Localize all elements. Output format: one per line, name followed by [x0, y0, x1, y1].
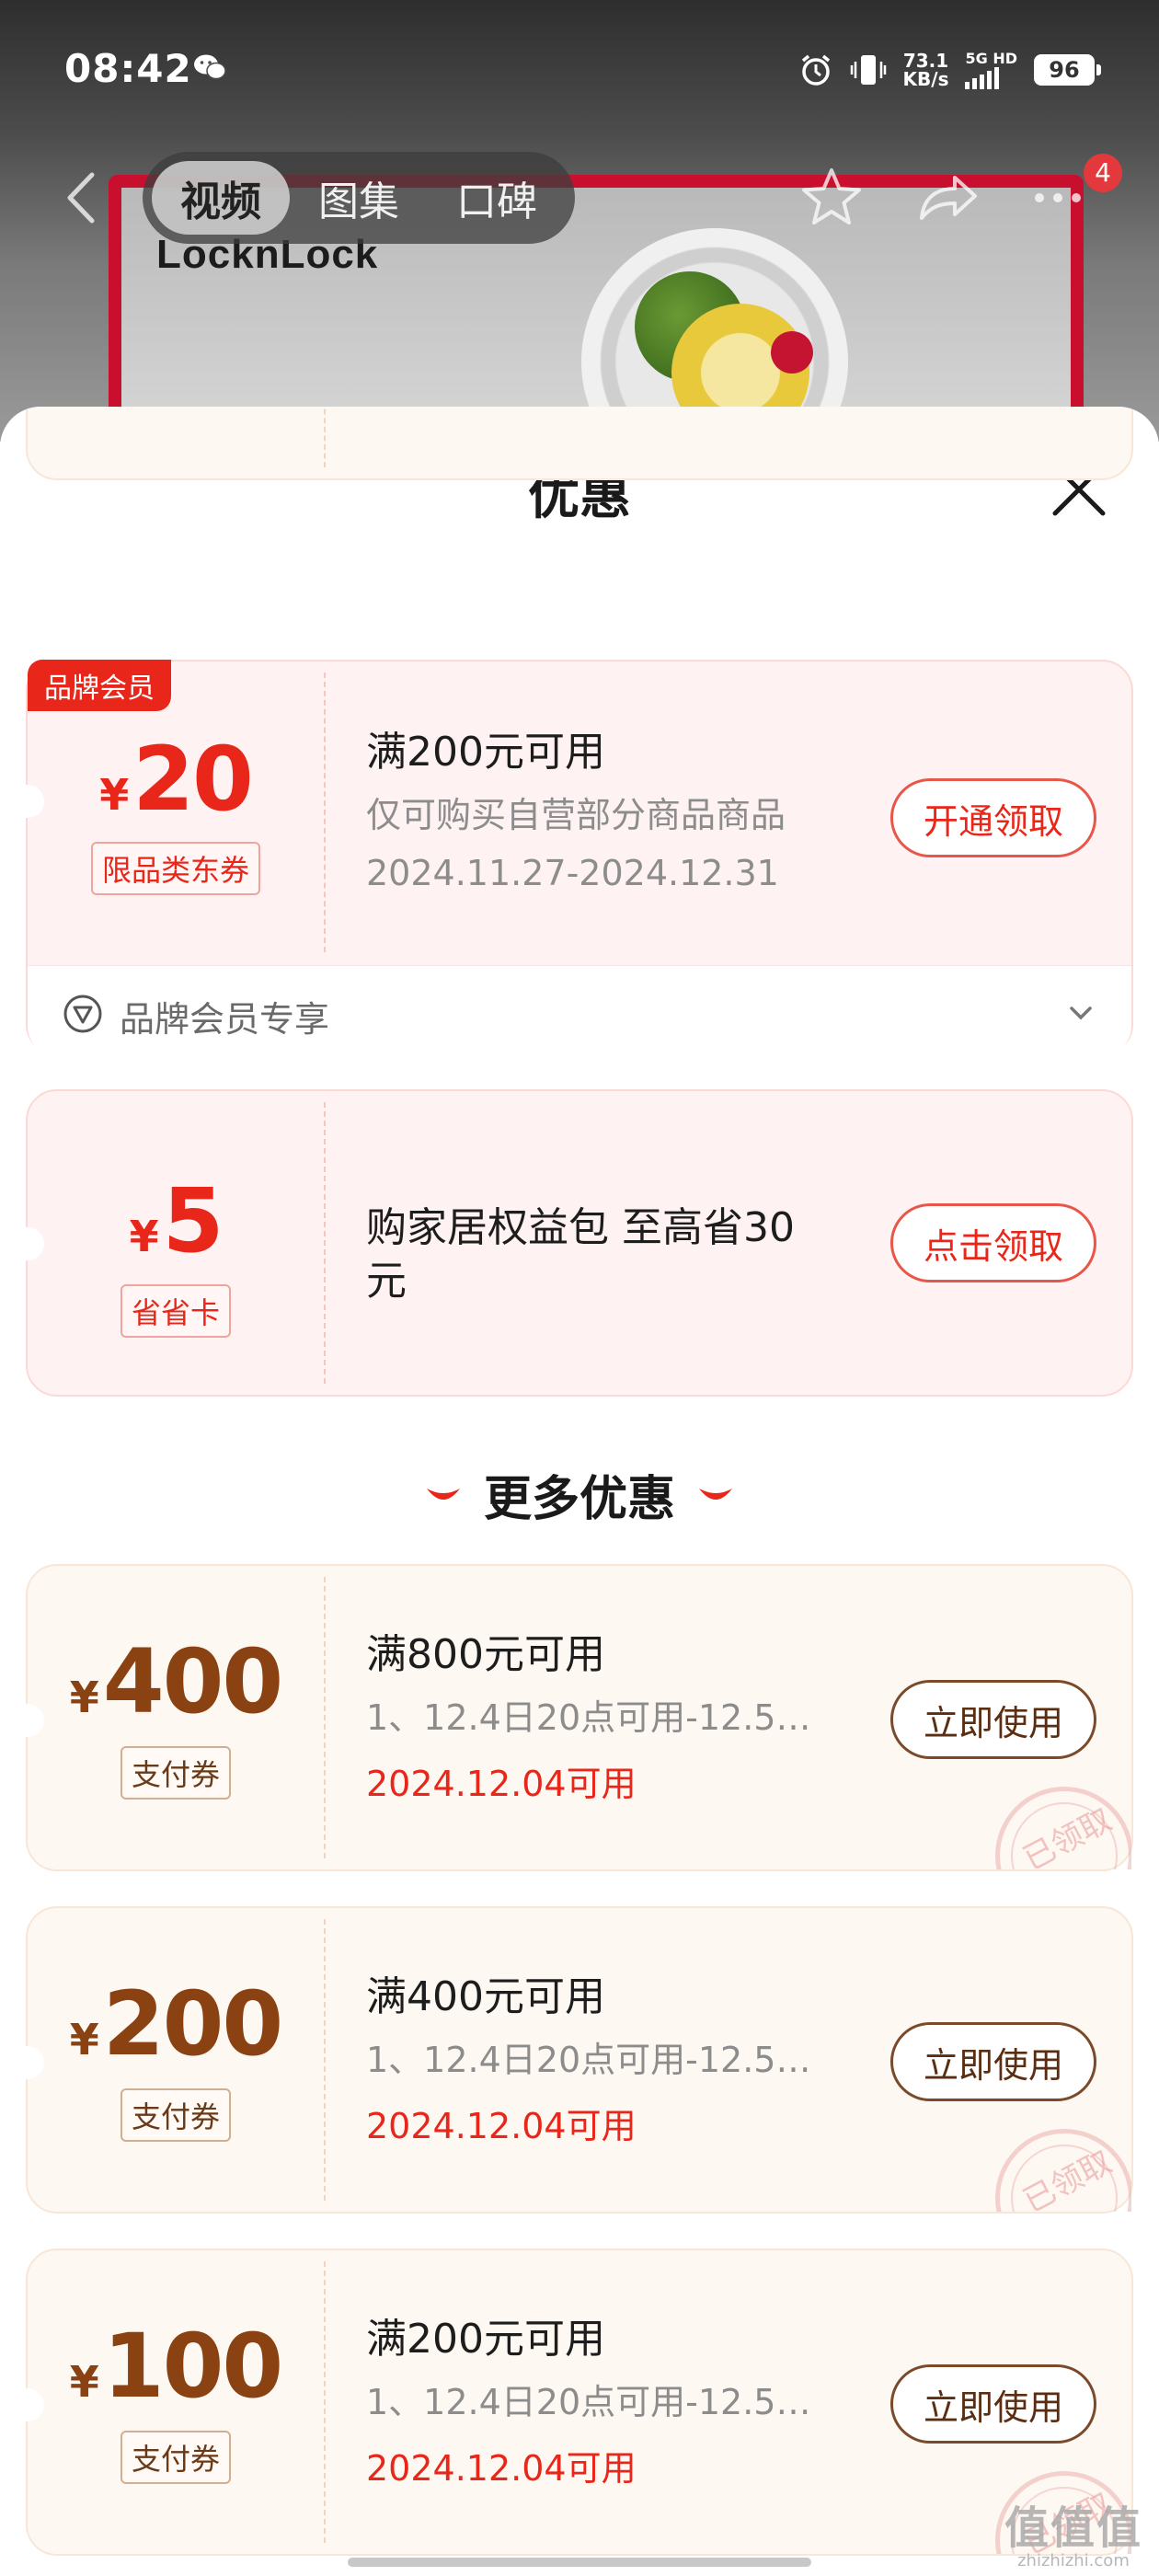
- open-claim-button[interactable]: 开通领取: [890, 778, 1096, 857]
- watermark-url: zhizhizhi.com: [1017, 2551, 1130, 2570]
- coupon-condition: 满800元可用: [366, 1631, 605, 1678]
- notification-badge: 4: [1084, 154, 1122, 192]
- coupon-divider: [324, 1102, 326, 1384]
- coupon-description: 仅可购买自营部分商品商品: [366, 795, 786, 835]
- smile-left-icon: [426, 1488, 460, 1500]
- coupon-card-brand-member: 品牌会员 ¥20 限品类东券 满200元可用 仅可购买自营部分商品商品 2024…: [26, 660, 1133, 1057]
- coupon-condition: 满200元可用: [366, 729, 605, 776]
- coupon-usable-date: 2024.12.04可用: [366, 1764, 637, 1804]
- chevron-down-icon: [1070, 1006, 1092, 1020]
- claimed-stamp: 已领取: [975, 1777, 1131, 1869]
- net-speed-value: 73.1: [902, 50, 949, 72]
- coupon-divider: [324, 2261, 326, 2543]
- tab-video[interactable]: 视频: [152, 161, 290, 235]
- coupon-condition: 满400元可用: [366, 1973, 605, 2020]
- more-offers-title: 更多优惠: [483, 1472, 675, 1527]
- payment-coupon-card: ¥100 支付券 满200元可用 1、12.4日20点可用-12.5… 2024…: [26, 2248, 1133, 2556]
- status-right-group: 73.1 KB/s 5G HD 96: [798, 44, 1101, 96]
- back-button[interactable]: [55, 166, 110, 230]
- status-bar: 08:42 73.1 KB/s 5G HD 96: [0, 0, 1159, 138]
- coupon-description: 1、12.4日20点可用-12.5…: [366, 2040, 811, 2080]
- currency-symbol: ¥: [69, 2357, 99, 2407]
- coupon-divider: [324, 407, 326, 467]
- payment-coupon-card: ¥200 支付券 满400元可用 1、12.4日20点可用-12.5… 2024…: [26, 1906, 1133, 2214]
- net-speed-indicator: 73.1 KB/s: [903, 52, 949, 88]
- coupon-amount: ¥200: [28, 1972, 324, 2076]
- currency-symbol: ¥: [69, 1673, 99, 1722]
- coupon-amount: ¥100: [28, 2315, 324, 2418]
- radish-illustration: [771, 331, 813, 374]
- coupon-value: 100: [102, 2315, 283, 2418]
- signal-indicator: 5G HD: [965, 51, 1017, 89]
- member-badge: 品牌会员: [28, 660, 171, 711]
- vibrate-icon: [850, 55, 886, 85]
- coupon-usable-date: 2024.12.04可用: [366, 2106, 637, 2146]
- share-icon[interactable]: [911, 161, 984, 235]
- smile-right-icon: [699, 1488, 733, 1500]
- alarm-icon: [801, 54, 830, 86]
- site-watermark: 值值值 zhizhizhi.com: [1004, 2504, 1142, 2570]
- coupon-usable-date: 2024.12.04可用: [366, 2448, 637, 2489]
- more-offers-header: 更多优惠: [0, 1460, 1159, 1529]
- watermark-logo-text: 值值值: [1004, 2502, 1142, 2554]
- coupon-type-tag: 支付券: [120, 1746, 232, 1800]
- coupon-condition-line1: 购家居权益包 至高省30: [366, 1204, 795, 1251]
- currency-symbol: ¥: [99, 770, 130, 820]
- use-now-button[interactable]: 立即使用: [890, 2364, 1096, 2444]
- net-speed-unit: KB/s: [902, 68, 949, 90]
- coupon-description: 1、12.4日20点可用-12.5…: [366, 1697, 811, 1738]
- claimed-stamp: 已领取: [975, 2120, 1131, 2212]
- coupon-amount: ¥5: [28, 1169, 324, 1272]
- coupon-amount: ¥20: [28, 728, 324, 831]
- coupon-condition-line2: 元: [366, 1258, 407, 1305]
- tab-reviews[interactable]: 口碑: [428, 161, 566, 235]
- tab-gallery[interactable]: 图集: [290, 161, 428, 235]
- currency-symbol: ¥: [129, 1212, 159, 1261]
- coupon-type-tag: 限品类东券: [90, 842, 261, 895]
- coupon-value: 400: [102, 1630, 283, 1733]
- coupon-value: 200: [102, 1972, 283, 2076]
- click-claim-button[interactable]: 点击领取: [890, 1203, 1096, 1282]
- coupon-divider: [324, 1577, 326, 1858]
- coupon-divider: [324, 673, 326, 952]
- coupon-card-partial: [26, 407, 1133, 480]
- media-tab-bar: 视频 图集 口碑: [143, 152, 575, 244]
- use-now-button[interactable]: 立即使用: [890, 1680, 1096, 1759]
- signal-bars-icon: [965, 67, 1017, 89]
- coupon-type-tag: 省省卡: [120, 1284, 232, 1338]
- member-exclusive-row[interactable]: 品牌会员专享: [28, 965, 1131, 1057]
- wechat-icon: [194, 54, 226, 80]
- coupon-validity-date: 2024.11.27-2024.12.31: [366, 853, 779, 893]
- coupon-type-tag: 支付券: [120, 2431, 232, 2484]
- coupon-divider: [324, 1919, 326, 2201]
- coupon-condition: 满200元可用: [366, 2316, 605, 2363]
- home-indicator[interactable]: [348, 2558, 811, 2567]
- coupon-value: 5: [162, 1169, 224, 1272]
- coupon-card-savings: ¥5 省省卡 购家居权益包 至高省30 元 点击领取: [26, 1089, 1133, 1397]
- signal-5g-label: 5G: [965, 50, 988, 67]
- signal-hd-label: HD: [993, 50, 1017, 67]
- member-exclusive-label: 品牌会员专享: [120, 999, 330, 1040]
- status-time: 08:42: [64, 46, 192, 91]
- star-favorite-icon[interactable]: [795, 161, 868, 235]
- coupon-description: 1、12.4日20点可用-12.5…: [366, 2382, 811, 2422]
- coupon-type-tag: 支付券: [120, 2088, 232, 2142]
- use-now-button[interactable]: 立即使用: [890, 2022, 1096, 2101]
- payment-coupon-card: ¥400 支付券 满800元可用 1、12.4日20点可用-12.5… 2024…: [26, 1564, 1133, 1871]
- coupon-sheet: 优惠 品牌会员 ¥20 限品类东券 满200元可用 仅可购买自营部分商品商品 2…: [0, 407, 1159, 2576]
- member-v-icon: [63, 995, 102, 1033]
- battery-indicator: 96: [1034, 54, 1101, 86]
- currency-symbol: ¥: [69, 2015, 99, 2064]
- coupon-amount: ¥400: [28, 1630, 324, 1733]
- coupon-value: 20: [132, 728, 254, 831]
